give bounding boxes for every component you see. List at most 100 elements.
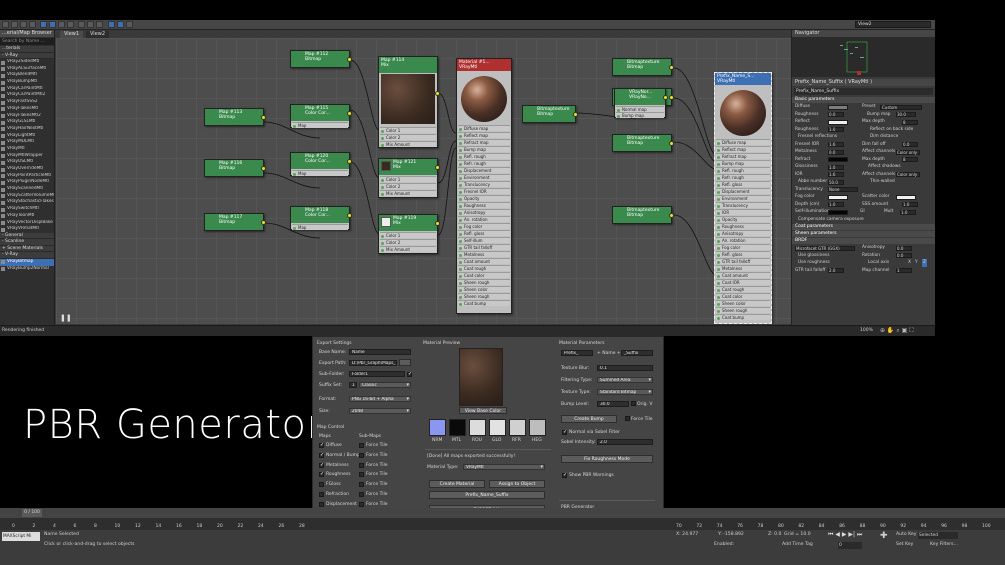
node-map120[interactable]: Map #120 Color Cor... Map [290, 152, 352, 176]
browser-item[interactable]: VRayStochasticFlakesMtl [0, 199, 54, 206]
output-port[interactable] [573, 112, 578, 117]
force-tile-checkbox[interactable] [359, 462, 364, 468]
add-time-tag[interactable]: Add Time Tag [782, 542, 813, 547]
time-slider-thumb[interactable]: 0 / 100 [22, 509, 42, 517]
material-input-slot[interactable]: Refract map [458, 139, 510, 145]
output-port[interactable] [261, 166, 266, 171]
node-bitmaptexture-mid[interactable]: Bitmaptexture Bitmap [522, 105, 578, 123]
browser-item[interactable]: VRayALSurfaceMtl [0, 66, 54, 73]
material-input-slot[interactable]: An. rotation [716, 237, 770, 243]
material-input-slot[interactable]: Opacity [716, 216, 770, 222]
node-slot-mix-amount[interactable]: Mix Amount [380, 190, 436, 196]
material-input-slot[interactable]: Coat color [458, 272, 510, 278]
arrange-icon[interactable] [96, 21, 103, 28]
assign-to-object-button[interactable]: Assign to Object [489, 480, 545, 488]
material-input-slot[interactable]: Metalness [716, 265, 770, 271]
node-slot-map[interactable]: Map [292, 224, 348, 230]
bump-spinner[interactable]: 30.0 [896, 112, 916, 117]
material-input-slot[interactable]: Translucency [716, 202, 770, 208]
brdf-type-select[interactable]: Microfacet GTR (GGX) [795, 245, 855, 251]
node-bitmaptexture-3[interactable]: Bitmaptexture Bitmap [612, 134, 674, 152]
roughness-spinner[interactable]: 0.0 [828, 112, 844, 117]
dim-falloff-spinner[interactable]: 0.0 [902, 142, 918, 147]
map-checkbox[interactable] [319, 462, 324, 468]
output-port[interactable] [347, 57, 352, 62]
affect-channels-select[interactable]: Color only [896, 149, 920, 155]
axis-y[interactable]: Y [915, 259, 918, 267]
thin-walled-checkbox[interactable]: Thin-walled [870, 178, 895, 186]
settings-icon[interactable] [126, 21, 133, 28]
use-glossiness-radio[interactable]: Use glossiness [798, 252, 829, 260]
material-input-slot[interactable]: Refl. gloss [458, 230, 510, 236]
coord-x[interactable]: X: 24.977 [676, 532, 698, 537]
glossiness-spinner[interactable]: 1.0 [828, 164, 844, 170]
material-input-slot[interactable]: Sheen color [716, 300, 770, 306]
rollout-coat-params[interactable]: Coat parameters [792, 224, 935, 230]
output-port[interactable] [669, 141, 674, 146]
key-icon[interactable]: ✚ [880, 531, 888, 541]
select-mode-icon[interactable] [108, 21, 115, 28]
node-map116[interactable]: Map #116 Bitmap [204, 159, 266, 177]
node-bitmaptexture-1[interactable]: Bitmaptexture Bitmap [612, 58, 674, 76]
output-port[interactable] [435, 165, 440, 170]
node-slot-mix-amount[interactable]: Mix Amount [380, 246, 436, 252]
metalness-spinner[interactable]: 0.0 [828, 149, 844, 155]
channel-swatch[interactable] [529, 419, 546, 436]
browser-item[interactable]: VRaySwitchMtl [0, 206, 54, 213]
material-type-select[interactable]: VRayMtl [463, 464, 545, 470]
node-slot-map[interactable]: Map [292, 122, 348, 128]
node-material[interactable]: Material #1... VRayMtl Diffuse map Reflect… [456, 58, 512, 314]
bump-level-spinner[interactable]: 30.0 [597, 401, 629, 407]
navigator-view[interactable] [792, 37, 935, 77]
material-input-slot[interactable]: IOR [716, 209, 770, 215]
output-port[interactable] [435, 221, 440, 226]
axis-x[interactable]: X [908, 259, 911, 267]
map-checkbox[interactable] [319, 442, 324, 448]
prefix-name-suffix-button[interactable]: Prefix_Name_Suffix [429, 491, 545, 499]
browser-item[interactable]: VRayOverrideMtl [0, 166, 54, 173]
browser-item[interactable]: VRayMDLMtl [0, 139, 54, 146]
browser-item[interactable]: VRayBlendMtl [0, 72, 54, 79]
material-input-slot[interactable]: Sheen rough [458, 279, 510, 285]
browser-item[interactable]: VRayToonMtl [0, 213, 54, 220]
browser-item[interactable]: VRayScatterVolumeMtl [0, 193, 54, 200]
browser-item[interactable]: VRayGLSLMtl [0, 119, 54, 126]
force-tile-checkbox[interactable] [359, 482, 364, 488]
force-tile-checkbox[interactable] [359, 501, 364, 507]
tab-view1[interactable]: View1 [60, 31, 84, 38]
map-checkbox[interactable] [319, 482, 324, 488]
material-input-slot[interactable]: Roughness [458, 202, 510, 208]
material-input-slot[interactable]: GTR tail falloff [716, 258, 770, 264]
material-input-slot[interactable]: Anisotropy [716, 230, 770, 236]
browser-item[interactable]: VRayPointParticleMtl [0, 173, 54, 180]
force-tile-checkbox[interactable] [359, 452, 364, 458]
show-pbr-warnings-checkbox[interactable] [562, 472, 567, 478]
node-map112[interactable]: Map #112 Bitmap [290, 50, 352, 68]
format-select[interactable]: PNG 16-bit + Alpha [349, 396, 411, 402]
translucency-select[interactable]: None [828, 187, 858, 192]
channel-swatch[interactable] [469, 419, 486, 436]
prefix-input[interactable]: Prefix_ [561, 350, 593, 356]
abbe-checkbox[interactable]: Abbe number [798, 178, 827, 186]
maxscript-listener[interactable]: MAXScript Mi [2, 532, 40, 541]
fresnel-checkbox[interactable]: Fresnel reflections [798, 133, 837, 141]
local-axis-radio[interactable]: Local axis [868, 259, 889, 267]
node-slot-mix-amount[interactable]: Mix Amount [380, 141, 436, 147]
material-input-slot[interactable]: Refl. gloss [716, 181, 770, 187]
material-input-slot[interactable]: Refr. rough [458, 160, 510, 166]
output-port[interactable] [347, 111, 352, 116]
force-tile-checkbox[interactable] [359, 492, 364, 497]
sub-folder-checkbox[interactable] [407, 371, 412, 377]
map-checkbox[interactable] [319, 452, 324, 458]
output-port[interactable] [347, 213, 352, 218]
material-input-slot[interactable]: Coat IOR [716, 279, 770, 285]
auto-key-button[interactable]: Auto Key [896, 532, 916, 537]
normal-sobel-checkbox[interactable] [562, 429, 567, 435]
background-icon[interactable] [78, 21, 85, 28]
output-port[interactable] [663, 95, 668, 100]
browser-item[interactable]: VRayVRmatMtl [0, 226, 54, 233]
browser-item[interactable]: VRayHairNextMtl [0, 126, 54, 133]
material-input-slot[interactable]: Self-illum [458, 237, 510, 243]
texture-type-select[interactable]: Standard Bitmap [597, 389, 653, 395]
browser-item[interactable]: VRayScannedMtl [0, 186, 54, 193]
